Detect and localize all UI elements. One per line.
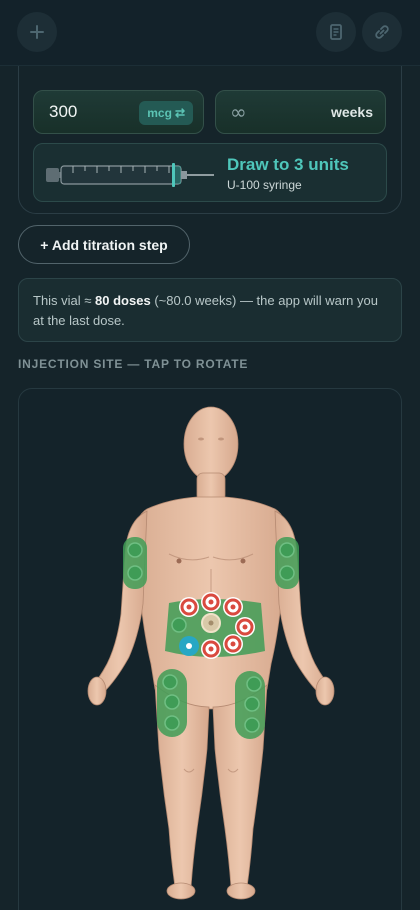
dose-amount-field[interactable]: 300 mcg ⇄: [33, 90, 204, 134]
duration-unit-label: weeks: [330, 104, 373, 120]
injection-site-label: INJECTION SITE — TAP TO ROTATE: [18, 357, 249, 371]
duration-field[interactable]: ∞ weeks: [215, 90, 386, 134]
site-zone-left-thigh: [157, 669, 187, 737]
document-icon[interactable]: [316, 12, 356, 52]
add-titration-step-button[interactable]: + Add titration step: [18, 225, 190, 264]
syringe-icon: [46, 163, 214, 187]
plus-icon[interactable]: [17, 12, 57, 52]
duration-value[interactable]: ∞: [230, 100, 247, 124]
top-app-bar: [0, 0, 420, 66]
unit-label: mcg: [147, 106, 172, 120]
site-zone-right-thigh: [235, 671, 265, 739]
syringe-guide: Draw to 3 units U-100 syringe: [33, 143, 387, 202]
syringe-type-label: U-100 syringe: [227, 178, 302, 192]
site-zone-abdomen: [165, 592, 265, 659]
dose-amount-value[interactable]: 300: [49, 102, 77, 122]
site-zone-left-arm: [123, 537, 147, 589]
info-doses: 80 doses: [95, 293, 151, 308]
info-prefix: This vial ≈: [33, 293, 96, 308]
swap-icon: ⇄: [174, 106, 185, 120]
link-icon[interactable]: [362, 12, 402, 52]
draw-to-units-title: Draw to 3 units: [227, 155, 349, 174]
site-zone-right-arm: [275, 537, 299, 589]
body-map: [87, 406, 335, 900]
vial-info-box: This vial ≈ 80 doses (~80.0 weeks) — the…: [18, 278, 402, 342]
selected-site-marker: [179, 636, 199, 656]
unit-toggle-button[interactable]: mcg ⇄: [139, 101, 193, 125]
body-map-card: [18, 388, 402, 910]
